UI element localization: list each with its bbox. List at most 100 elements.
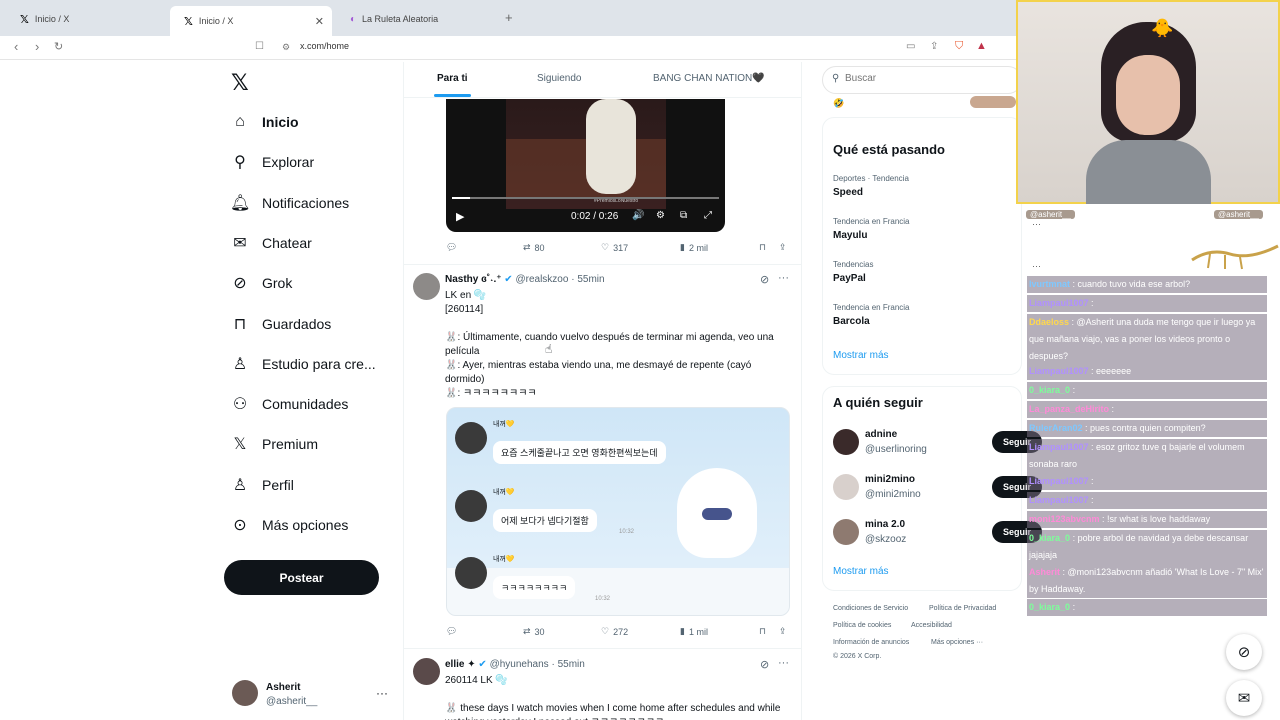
sidebar-item-label: Guardados	[262, 315, 332, 332]
fullscreen-icon[interactable]: ⤢	[704, 210, 712, 221]
promo-image	[970, 96, 1016, 108]
show-more-follow[interactable]: Mostrar más	[833, 566, 889, 577]
bookmark-page-icon[interactable]: ☐	[255, 41, 264, 52]
reply-icon: 💬︎	[446, 242, 458, 252]
tweet-author-name[interactable]: Nasthy ɞ˚˖.⁺	[445, 274, 502, 285]
sidebar-item-premium[interactable]: 𝕏 Premium	[230, 429, 318, 459]
reply-button[interactable]: 💬︎	[446, 626, 457, 637]
chat-message: Liampaul1007 :	[1027, 295, 1267, 312]
footer-link[interactable]: Información de anuncios	[833, 639, 909, 646]
volume-icon[interactable]: 🔊	[632, 210, 644, 221]
bookmark-button[interactable]: ⊓	[759, 242, 766, 253]
video-player[interactable]: #PremiosLoNuestro ▶ 0:02 / 0:26 🔊 ⚙ ⧉ ⤢	[446, 99, 725, 232]
footer-link[interactable]: Política de cookies	[833, 622, 891, 629]
tweet-author-handle[interactable]: @realskzoo	[515, 274, 568, 285]
grok-icon[interactable]: ⊘	[760, 658, 769, 671]
follow-suggestion-handle: @skzooz	[865, 534, 907, 545]
trend-name[interactable]: PayPal	[833, 273, 866, 284]
chat-text: :	[1111, 404, 1115, 414]
search-box[interactable]: ⚲	[822, 66, 1022, 94]
brave-shield-icon[interactable]: ⛉	[955, 40, 963, 53]
browser-tab[interactable]: 𝕏 Inicio / X	[6, 6, 166, 32]
pip-icon[interactable]: ⧉	[680, 210, 687, 221]
footer-link[interactable]: Condiciones de Servicio	[833, 605, 908, 612]
more-icon[interactable]: ···	[778, 657, 789, 669]
x-logo-icon[interactable]: 𝕏	[231, 70, 249, 96]
views-button[interactable]: ▮ 2 mil	[680, 242, 708, 253]
sidebar-item-chatear[interactable]: ✉ Chatear	[230, 228, 312, 258]
like-button[interactable]: ♡ 317	[601, 242, 628, 253]
tweet-author-handle[interactable]: @hyunehans	[490, 659, 549, 670]
more-icon[interactable]: ···	[376, 686, 388, 700]
divider	[403, 648, 802, 649]
share-icon: ⇪	[779, 242, 787, 252]
browser-tab[interactable]: ◐ La Ruleta Aleatoria	[336, 6, 496, 32]
share-button[interactable]: ⇪	[779, 626, 787, 637]
more-icon: ···	[1032, 261, 1041, 271]
browser-tab-active[interactable]: 𝕏 Inicio / X ✕	[170, 6, 332, 36]
like-button[interactable]: ♡ 272	[601, 626, 628, 637]
views-button[interactable]: ▮ 1 mil	[680, 626, 708, 637]
show-more-trends[interactable]: Mostrar más	[833, 350, 889, 361]
reload-icon[interactable]: ↻	[54, 40, 63, 53]
share-button[interactable]: ⇪	[779, 242, 787, 253]
settings-icon[interactable]: ⚙	[656, 210, 665, 221]
sidebar-item-estudio-para-cre-[interactable]: ♙ Estudio para cre...	[230, 349, 376, 379]
new-tab-button[interactable]: +	[505, 10, 513, 25]
brave-rewards-icon[interactable]: ▲	[976, 40, 987, 52]
tweet-author-name[interactable]: ellie ✦	[445, 659, 476, 670]
avatar[interactable]	[413, 273, 440, 300]
close-tab-icon[interactable]: ✕	[315, 15, 324, 28]
follow-suggestion-name[interactable]: adnine	[865, 429, 897, 440]
sidebar-item-label: Premium	[262, 436, 319, 453]
footer-link[interactable]: Más opciones ···	[931, 639, 983, 646]
messages-float-button[interactable]: ✉	[1226, 680, 1262, 716]
trend-name[interactable]: Speed	[833, 187, 863, 198]
avatar[interactable]	[833, 429, 859, 455]
play-icon[interactable]: ▶	[456, 210, 464, 223]
retweet-icon: ⇄	[523, 626, 531, 636]
tweet-time[interactable]: 55min	[577, 274, 604, 285]
follow-suggestion-name[interactable]: mini2mino	[865, 474, 915, 485]
cast-icon[interactable]: ▭	[906, 41, 915, 52]
follow-suggestion-name[interactable]: mina 2.0	[865, 519, 905, 530]
sidebar-item-inicio[interactable]: ⌂ Inicio	[230, 107, 298, 137]
verified-badge-icon: ✔	[504, 274, 513, 285]
search-input[interactable]	[845, 73, 1005, 84]
post-button[interactable]: Postear	[224, 560, 379, 595]
footer-link[interactable]: Política de Privacidad	[929, 605, 996, 612]
tweet-time[interactable]: 55min	[558, 659, 585, 670]
reply-button[interactable]: 💬︎	[446, 242, 457, 253]
overlay-handle: @asherit__	[1214, 210, 1264, 219]
bookmark-button[interactable]: ⊓	[759, 626, 766, 637]
footer-link[interactable]: Accesibilidad	[911, 622, 952, 629]
avatar[interactable]	[232, 680, 258, 706]
avatar[interactable]	[833, 519, 859, 545]
sidebar-item-guardados[interactable]: ⊓ Guardados	[230, 309, 332, 339]
retweet-button[interactable]: ⇄ 80	[523, 242, 545, 253]
site-info-icon[interactable]: ⚙	[282, 42, 290, 53]
avatar[interactable]	[833, 474, 859, 500]
forward-icon[interactable]: ›	[35, 39, 39, 54]
retweet-button[interactable]: ⇄ 30	[523, 626, 545, 637]
grok-float-button[interactable]: ⊘	[1226, 634, 1262, 670]
more-icon[interactable]: ···	[778, 272, 789, 284]
trend-name[interactable]: Mayulu	[833, 230, 867, 241]
sidebar-item-grok[interactable]: ⊘ Grok	[230, 268, 292, 298]
sidebar-item-explorar[interactable]: ⚲ Explorar	[230, 147, 314, 177]
follow-title: A quién seguir	[833, 395, 923, 410]
back-icon[interactable]: ‹	[14, 39, 18, 54]
sidebar-item-perfil[interactable]: ♙ Perfil	[230, 470, 294, 500]
copyright: © 2026 X Corp.	[833, 653, 882, 660]
sidebar-item-comunidades[interactable]: ⚇ Comunidades	[230, 389, 349, 419]
share-icon[interactable]: ⇪	[930, 41, 938, 52]
chart-icon: ▮	[680, 242, 685, 252]
trend-name[interactable]: Barcola	[833, 316, 870, 327]
sidebar-item-notificaciones[interactable]: 🔔︎ Notificaciones	[230, 188, 349, 218]
chat-message: Liampaul1007 : eeeeeee	[1027, 363, 1267, 380]
avatar[interactable]	[413, 658, 440, 685]
sidebar-item-más-opciones[interactable]: ⊙ Más opciones	[230, 510, 348, 540]
grok-icon[interactable]: ⊘	[760, 273, 769, 286]
url-text[interactable]: x.com/home	[300, 41, 349, 51]
tweet-image[interactable]: 내꺼💛 요즘 스케줄끝나고 오면 영화한편씩보는데 내꺼💛 어제 보다가 넵다기…	[446, 407, 790, 616]
